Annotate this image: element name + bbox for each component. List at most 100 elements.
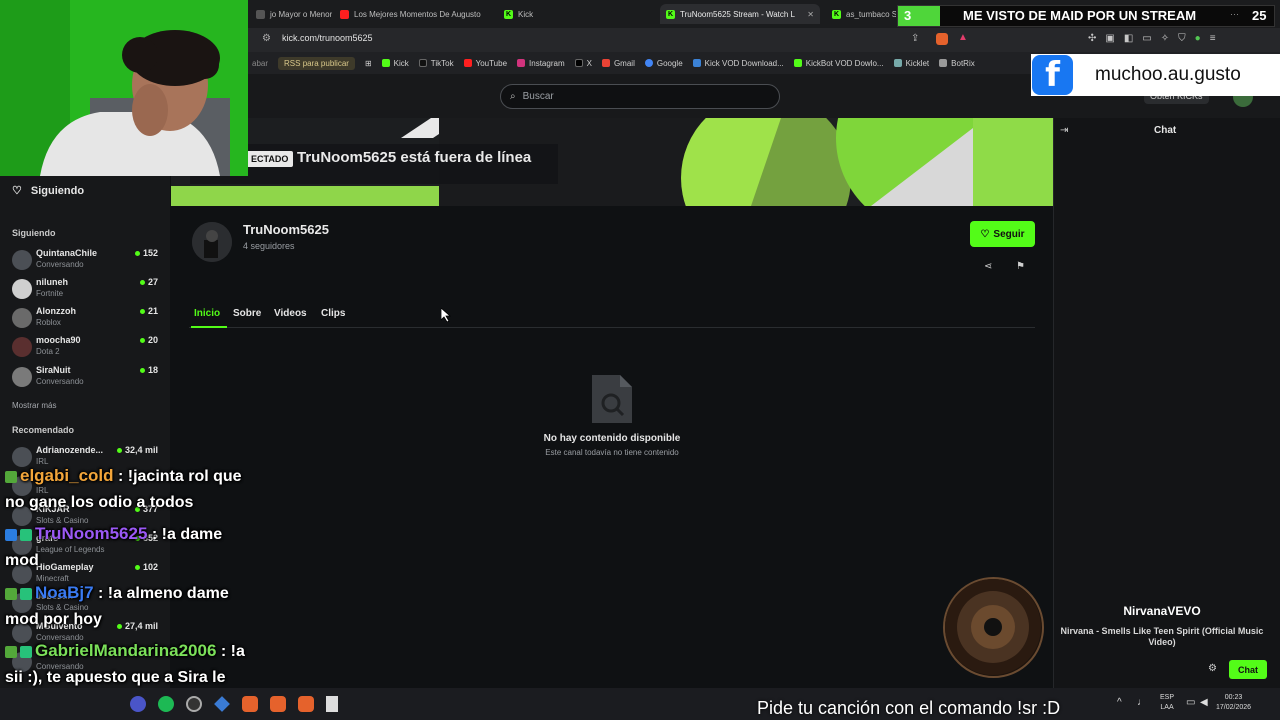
sidebar-user[interactable]: Alonzzoh Roblox 21	[12, 306, 162, 332]
file-icon[interactable]	[326, 696, 338, 712]
sub-badge-icon	[5, 470, 17, 483]
browser-tab[interactable]: Kas_tumbaco S	[826, 4, 896, 24]
bookmark-item[interactable]: Kick VOD Download...	[692, 59, 784, 68]
volume-icon[interactable]: ◀	[1200, 697, 1208, 708]
show-more-link[interactable]: Mostrar más	[12, 401, 56, 410]
channel-category: Conversando	[36, 377, 84, 386]
channel-name-heading: TruNoom5625	[243, 222, 329, 237]
chat-panel	[1053, 118, 1280, 688]
share-channel-icon[interactable]: ⋖	[984, 261, 992, 272]
heart-icon: ♡	[980, 228, 990, 240]
report-user-icon[interactable]: ⚑	[1016, 261, 1025, 272]
menu-icon[interactable]: ≡	[1210, 33, 1216, 44]
kick-icon: K	[832, 9, 841, 19]
bookmark-item[interactable]: Kick	[381, 59, 409, 68]
bookmark-item[interactable]: Gmail	[601, 59, 635, 68]
bookmark-item[interactable]: TikTok	[418, 59, 454, 68]
microphone-icon[interactable]: ♩	[1137, 697, 1147, 708]
sidebar-user[interactable]: QuintanaChile Conversando 152	[12, 248, 162, 274]
sidebar-user[interactable]: niluneh Fortnite 27	[12, 277, 162, 303]
tab-clips[interactable]: Clips	[321, 308, 345, 319]
bookmark-item[interactable]: Instagram	[517, 59, 565, 68]
avatar-image	[192, 222, 232, 262]
follow-button-label: Seguir	[993, 228, 1025, 240]
spotify-icon[interactable]	[158, 696, 174, 712]
bookmark-item[interactable]: YouTube	[463, 59, 507, 68]
wallet-icon[interactable]: ▭	[1142, 33, 1151, 44]
app-icon[interactable]	[214, 696, 230, 712]
profile-icon[interactable]: ●	[1195, 33, 1201, 44]
sidebar-user[interactable]: moocha90 Dota 2 20	[12, 335, 162, 361]
live-dot	[139, 337, 145, 343]
discord-icon[interactable]	[130, 696, 146, 712]
live-dot	[139, 279, 145, 285]
browser-tab[interactable]: Los Mejores Momentos De Augusto	[334, 4, 494, 24]
viewer-count: 21	[139, 306, 158, 316]
channel-category: Conversando	[36, 260, 84, 269]
close-tab-icon[interactable]: ✕	[807, 10, 814, 19]
broadcaster-badge-icon	[5, 528, 17, 541]
sidebar-following-header[interactable]: ♡ Siguiendo	[12, 184, 84, 198]
webcam-image	[0, 0, 248, 176]
tab-videos[interactable]: Videos	[274, 308, 307, 319]
sidebar-user[interactable]: SiraNuit Conversando 18	[12, 365, 162, 391]
collapse-chat-icon[interactable]: ⇥	[1060, 125, 1068, 136]
goal-current-count: 3	[904, 8, 912, 23]
browser-tab-active[interactable]: K TruNoom5625 Stream - Watch L ✕	[660, 4, 820, 24]
bookmark-item[interactable]: RSS para publicar	[278, 56, 355, 70]
viewer-count: 32,4 mil	[116, 445, 158, 455]
brave-icon[interactable]	[298, 696, 314, 712]
tabs-divider	[189, 327, 1035, 328]
apps-icon[interactable]: ⊞	[365, 59, 372, 68]
tab-sobre[interactable]: Sobre	[233, 308, 261, 319]
share-icon[interactable]: ⇪	[911, 33, 919, 44]
bookmark-item[interactable]: abar	[252, 59, 268, 68]
sidebar-icon[interactable]: ◧	[1124, 33, 1133, 44]
bookmark-item[interactable]: X	[574, 59, 592, 68]
follower-count: 4 seguidores	[243, 241, 295, 251]
browser-tab[interactable]: jo Mayor o Menor	[250, 4, 332, 24]
brave-icon[interactable]	[270, 696, 286, 712]
avatar	[12, 367, 32, 387]
mod-badge-icon	[20, 587, 32, 600]
brave-shield-icon[interactable]	[936, 33, 948, 45]
rewards-icon[interactable]: ▲	[958, 32, 968, 43]
search-input[interactable]: ⌕ Buscar	[500, 84, 780, 109]
channel-name: niluneh	[36, 277, 68, 287]
channel-category: Roblox	[36, 318, 61, 327]
facebook-icon: f	[1032, 55, 1073, 95]
screenshot-icon[interactable]: ▣	[1105, 33, 1114, 44]
channel-name: Adrianozende...	[36, 445, 104, 455]
network-icon[interactable]: ▭	[1186, 697, 1195, 708]
offline-badge: ECTADO	[246, 151, 294, 167]
vpn-icon[interactable]: ⛉	[1178, 33, 1186, 44]
language-indicator[interactable]: ESP LAA	[1160, 693, 1174, 713]
tab-inicio[interactable]: Inicio	[194, 308, 220, 319]
channel-avatar[interactable]	[192, 222, 232, 262]
sub-badge-icon	[5, 587, 17, 600]
goal-target: 25	[1252, 8, 1267, 23]
channel-category: Dota 2	[36, 347, 60, 356]
bookmark-item[interactable]: BotRix	[939, 59, 975, 68]
site-info-icon[interactable]: ⚙	[262, 33, 271, 44]
system-clock[interactable]: 00:23 17/02/2026	[1216, 693, 1251, 713]
obs-icon[interactable]	[186, 696, 202, 712]
tab-label: Kick	[518, 9, 534, 19]
tab-label: as_tumbaco S	[846, 9, 896, 19]
bookmark-item[interactable]: Google	[644, 59, 683, 68]
follow-button[interactable]: ♡ Seguir	[970, 221, 1035, 247]
goal-title: ME VISTO DE MAID POR UN STREAM	[963, 8, 1197, 23]
browser-tab[interactable]: K Kick	[498, 4, 648, 24]
bookmark-item[interactable]: KickBot VOD Dowlo...	[793, 59, 884, 68]
offline-message: TruNoom5625 está fuera de línea	[297, 149, 532, 166]
leo-icon[interactable]: ✧	[1161, 33, 1169, 44]
song-request-text: Pide tu canción con el comando !sr :D	[757, 698, 1061, 718]
brave-icon[interactable]	[242, 696, 258, 712]
search-placeholder: Buscar	[522, 91, 554, 102]
chat-settings-icon[interactable]: ⚙	[1208, 663, 1217, 674]
tray-chevron-icon[interactable]: ^	[1117, 697, 1122, 708]
url-field[interactable]: kick.com/trunoom5625	[282, 33, 373, 43]
bookmark-item[interactable]: Kicklet	[893, 59, 929, 68]
extensions-icon[interactable]: ✣	[1088, 33, 1096, 44]
chat-send-button[interactable]: Chat	[1229, 660, 1267, 679]
